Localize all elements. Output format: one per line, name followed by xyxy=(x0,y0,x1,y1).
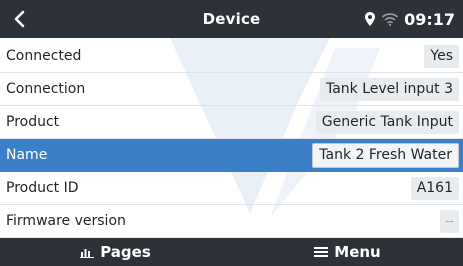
pages-label: Pages xyxy=(100,243,151,261)
location-pin-icon xyxy=(365,12,376,26)
clock-time: 09:17 xyxy=(404,9,455,29)
list-item-name[interactable]: Name Tank 2 Fresh Water xyxy=(0,139,463,172)
row-value: -- xyxy=(440,210,459,233)
list-item-product[interactable]: Product Generic Tank Input xyxy=(0,106,463,139)
list-item-firmware-version[interactable]: Firmware version -- xyxy=(0,205,463,238)
row-label: Product xyxy=(6,114,60,130)
row-label: Name xyxy=(6,147,48,163)
chart-icon xyxy=(80,249,95,258)
status-area: 09:17 xyxy=(364,0,455,38)
row-value: Yes xyxy=(424,45,459,68)
row-value: Tank Level input 3 xyxy=(319,78,459,101)
hamburger-icon xyxy=(314,247,329,257)
pages-button[interactable]: Pages xyxy=(0,238,231,266)
menu-button[interactable]: Menu xyxy=(232,238,463,266)
list-item-connected[interactable]: Connected Yes xyxy=(0,40,463,73)
bottom-bar: Pages Menu xyxy=(0,238,463,266)
row-label: Firmware version xyxy=(6,213,126,229)
row-value: A161 xyxy=(410,177,459,200)
settings-list: Connected Yes Connection Tank Level inpu… xyxy=(0,40,463,238)
wifi-icon xyxy=(382,13,399,26)
row-label: Connection xyxy=(6,81,86,97)
top-bar: Device 09:17 xyxy=(0,0,463,38)
row-label: Product ID xyxy=(6,180,79,196)
list-item-product-id[interactable]: Product ID A161 xyxy=(0,172,463,205)
name-edit-field[interactable]: Tank 2 Fresh Water xyxy=(312,143,459,168)
row-label: Connected xyxy=(6,48,82,64)
list-item-connection[interactable]: Connection Tank Level input 3 xyxy=(0,73,463,106)
menu-label: Menu xyxy=(334,243,381,261)
row-value: Generic Tank Input xyxy=(315,111,459,134)
device-screen: Device 09:17 Connected Yes Connection Ta… xyxy=(0,0,463,266)
